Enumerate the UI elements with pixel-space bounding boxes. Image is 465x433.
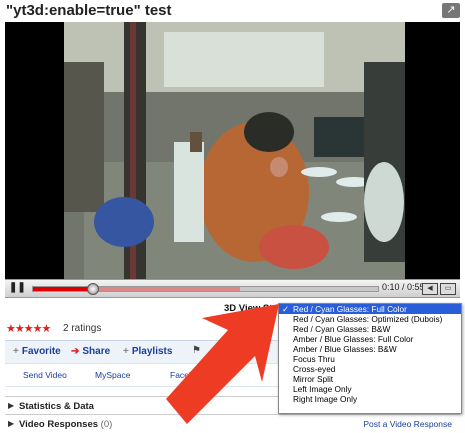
view-style-option[interactable]: Red / Cyan Glasses: Optimized (Dubois)	[279, 314, 461, 324]
expand-triangle-icon: ▶	[8, 401, 15, 410]
time-display: 0:10 / 0:55	[382, 282, 425, 292]
expand-triangle-icon: ▶	[8, 419, 15, 428]
view-style-option[interactable]: Amber / Blue Glasses: B&W	[279, 344, 461, 354]
star-icon[interactable]: ★	[33, 323, 43, 335]
star-icon[interactable]: ★	[6, 323, 16, 335]
playlists-button[interactable]: + Playlists	[123, 346, 172, 357]
facebook-link[interactable]: Facebook	[170, 370, 207, 380]
view-style-option[interactable]: Cross-eyed	[279, 364, 461, 374]
fullscreen-icon[interactable]: ▭	[440, 283, 456, 295]
played-fill	[33, 287, 92, 291]
view-style-option[interactable]: Right Image Only	[279, 394, 461, 404]
view-style-option[interactable]: Focus Thru	[279, 354, 461, 364]
view-style-option[interactable]: Red / Cyan Glasses: B&W	[279, 324, 461, 334]
plus-icon: +	[13, 346, 19, 357]
ratings-count: 2 ratings	[63, 323, 102, 334]
star-icon[interactable]: ★	[42, 323, 52, 335]
star-icon[interactable]: ★	[24, 323, 34, 335]
statistics-label: Statistics & Data	[19, 401, 94, 412]
flag-icon[interactable]: ⚑	[192, 345, 201, 356]
video-responses-section[interactable]: ▶ Video Responses (0) Post a Video Respo…	[5, 414, 460, 433]
checkmark-icon: ✓	[282, 304, 289, 314]
view-style-label: 3D View Style	[224, 303, 286, 314]
anaglyph-video-scene-image	[64, 22, 405, 279]
view-style-option[interactable]: Amber / Blue Glasses: Full Color	[279, 334, 461, 344]
seek-handle[interactable]	[86, 283, 99, 295]
pause-icon[interactable]: ❚❚	[9, 282, 26, 293]
view-style-option[interactable]: Left Image Only	[279, 384, 461, 394]
popout-arrow-icon[interactable]: ↗	[442, 3, 460, 18]
star-icon[interactable]: ★	[15, 323, 25, 335]
share-links-bar: Send Video MySpace Facebook	[5, 363, 283, 387]
myspace-link[interactable]: MySpace	[95, 370, 130, 380]
video-responses-label: Video Responses (0)	[19, 419, 113, 430]
share-arrow-icon: ➔	[71, 346, 80, 357]
favorite-button[interactable]: + Favorite	[13, 346, 61, 357]
view-style-option[interactable]: ✓ Red / Cyan Glasses: Full Color	[279, 304, 461, 314]
plus-icon: +	[123, 346, 129, 357]
send-video-link[interactable]: Send Video	[23, 370, 67, 380]
video-title: "yt3d:enable=true" test	[6, 2, 172, 19]
action-bar: + Favorite ➔ Share + Playlists ⚑	[5, 340, 283, 364]
view-style-dropdown[interactable]: ✓ Red / Cyan Glasses: Full Color Red / Cya…	[278, 303, 462, 414]
view-style-option[interactable]: Mirror Split	[279, 374, 461, 384]
volume-icon[interactable]: ◀	[422, 283, 438, 295]
seek-bar[interactable]	[32, 283, 379, 295]
rating-stars[interactable]: ★★★★★	[6, 322, 52, 335]
player-controls: ❚❚ 0:10 / 0:55 ◀ ▭	[5, 279, 460, 298]
video-frame[interactable]	[64, 22, 405, 279]
share-button[interactable]: ➔ Share	[71, 346, 110, 357]
